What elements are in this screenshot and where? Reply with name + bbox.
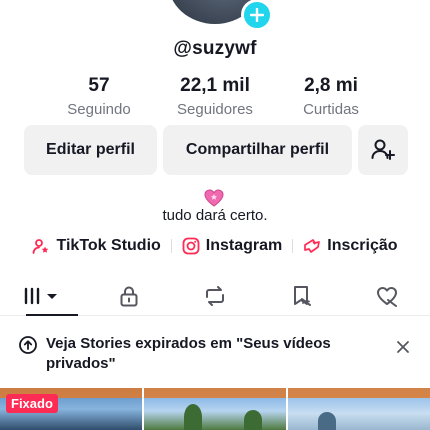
pinned-badge: Fixado xyxy=(6,394,58,413)
stat-followers[interactable]: 22,1 mil Seguidores xyxy=(157,74,273,120)
history-upload-icon xyxy=(19,336,37,354)
link-subscription[interactable]: Inscrição xyxy=(303,237,398,255)
bookmark-hidden-icon xyxy=(294,285,311,306)
instagram-icon xyxy=(182,237,200,255)
thumbnail-tree xyxy=(184,404,202,430)
heart-emoji-icon xyxy=(204,189,224,207)
username: @suzywf xyxy=(173,38,257,59)
stat-following[interactable]: 57 Seguindo xyxy=(41,74,157,120)
tab-private[interactable] xyxy=(86,276,172,315)
link-divider xyxy=(170,239,172,253)
tab-favorites[interactable] xyxy=(258,276,344,315)
stat-following-value: 57 xyxy=(88,75,110,96)
add-avatar-plus-icon[interactable] xyxy=(241,0,273,31)
video-thumbnail[interactable] xyxy=(288,388,430,430)
add-user-icon xyxy=(371,139,395,160)
stat-likes-label: Curtidas xyxy=(303,101,359,118)
stat-following-label: Seguindo xyxy=(67,101,131,118)
link-instagram[interactable]: Instagram xyxy=(182,237,282,255)
link-tiktok-studio[interactable]: TikTok Studio xyxy=(32,237,161,255)
tiktok-studio-icon xyxy=(33,239,49,254)
grid-bars-icon xyxy=(24,287,57,304)
stat-followers-label: Seguidores xyxy=(177,101,253,118)
stat-followers-value: 22,1 mil xyxy=(180,75,250,96)
repost-icon xyxy=(206,285,224,306)
stat-likes-value: 2,8 mi xyxy=(304,75,358,96)
tab-liked[interactable] xyxy=(344,276,430,315)
stat-likes[interactable]: 2,8 mi Curtidas xyxy=(273,74,389,120)
subscription-icon xyxy=(304,239,321,253)
tab-reposts[interactable] xyxy=(172,276,258,315)
close-icon[interactable] xyxy=(396,340,410,354)
heart-hidden-icon xyxy=(377,286,397,307)
thumbnail-overlay-bar xyxy=(144,388,286,398)
stats-row: 57 Seguindo 22,1 mil Seguidores 2,8 mi C… xyxy=(0,74,430,120)
content-tabs xyxy=(0,276,430,316)
link-tiktok-studio-label: TikTok Studio xyxy=(56,237,161,254)
video-thumbnail[interactable] xyxy=(144,388,286,430)
profile-actions: Editar perfil Compartilhar perfil xyxy=(24,125,408,175)
notice-text: Veja Stories expirados em "Seus vídeos p… xyxy=(46,335,331,372)
lock-icon xyxy=(120,286,138,306)
video-grid: Fixado xyxy=(0,388,430,430)
link-subscription-label: Inscrição xyxy=(327,237,398,254)
share-profile-button[interactable]: Compartilhar perfil xyxy=(163,125,352,175)
video-thumbnail[interactable]: Fixado xyxy=(0,388,142,430)
thumbnail-overlay-bar xyxy=(288,388,430,398)
thumbnail-tree xyxy=(244,410,262,430)
expired-stories-notice[interactable]: Veja Stories expirados em "Seus vídeos p… xyxy=(0,326,430,380)
edit-profile-button[interactable]: Editar perfil xyxy=(24,125,157,175)
profile-links: TikTok Studio Instagram Inscrição xyxy=(0,237,430,255)
add-friend-button[interactable] xyxy=(358,125,408,175)
bio-text: tudo dará certo. xyxy=(162,207,268,224)
thumbnail-tree xyxy=(318,412,336,430)
tab-videos[interactable] xyxy=(0,276,86,316)
link-divider xyxy=(292,239,294,253)
link-instagram-label: Instagram xyxy=(205,237,283,254)
